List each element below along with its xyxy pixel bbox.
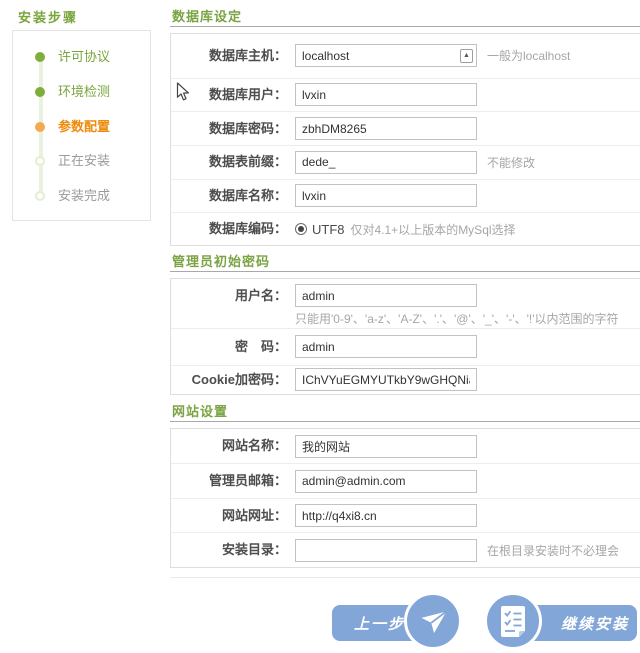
section-underline xyxy=(170,421,640,422)
admin-password-input[interactable] xyxy=(295,335,477,358)
section-title-database: 数据库设定 xyxy=(172,6,242,25)
field-label: 用户名： xyxy=(171,284,287,308)
table-prefix-input[interactable] xyxy=(295,151,477,174)
footer-divider xyxy=(170,577,640,578)
sidebar-item-finish: 安装完成 xyxy=(58,187,110,205)
sidebar-item-installing: 正在安装 xyxy=(58,152,110,170)
form-row-site-name: 网站名称： xyxy=(171,429,640,463)
paper-plane-icon[interactable] xyxy=(404,592,462,650)
field-label: 数据库密码： xyxy=(171,117,287,141)
form-row-db-name: 数据库名称： xyxy=(171,179,640,213)
prev-step-label: 上一步 xyxy=(354,613,405,634)
form-row-install-dir: 安装目录： 在根目录安装时不必理会 xyxy=(171,532,640,567)
field-label: 数据库编码： xyxy=(171,217,287,241)
admin-email-input[interactable] xyxy=(295,470,477,493)
field-label: Cookie加密码： xyxy=(171,368,287,392)
field-label: 安装目录： xyxy=(171,538,287,562)
radio-label: UTF8 xyxy=(312,222,345,237)
admin-username-input[interactable] xyxy=(295,284,477,307)
form-row-table-prefix: 数据表前缀： 不能修改 xyxy=(171,145,640,179)
form-row-admin-email: 管理员邮箱： xyxy=(171,463,640,498)
form-row-password: 密 码： xyxy=(171,328,640,364)
sidebar-item-env: 环境检测 xyxy=(58,83,110,101)
section-underline xyxy=(170,271,640,272)
sidebar-item-license: 许可协议 xyxy=(58,48,110,66)
field-label: 数据库名称： xyxy=(171,184,287,208)
field-hint: 不能修改 xyxy=(487,154,535,171)
form-row-db-password: 数据库密码： xyxy=(171,111,640,145)
field-hint: 只能用'0-9'、'a-z'、'A-Z'、'.'、'@'、'_'、'-'、'!'… xyxy=(295,310,619,327)
checklist-icon[interactable] xyxy=(484,592,542,650)
section-title-site: 网站设置 xyxy=(172,401,228,420)
field-label: 网站名称： xyxy=(171,434,287,458)
db-user-input[interactable] xyxy=(295,83,477,106)
utf8-radio[interactable] xyxy=(295,223,307,235)
admin-password-box: 用户名： 只能用'0-9'、'a-z'、'A-Z'、'.'、'@'、'_'、'-… xyxy=(170,278,640,395)
site-url-input[interactable] xyxy=(295,504,477,527)
step-dot-env xyxy=(35,87,45,97)
form-row-cookie-secret: Cookie加密码： xyxy=(171,365,640,394)
sidebar-title: 安装步骤 xyxy=(18,7,78,26)
form-row-db-charset: 数据库编码： UTF8 仅对4.1+以上版本的MySql选择 xyxy=(171,212,640,245)
field-label: 数据库主机： xyxy=(171,44,287,68)
form-row-db-host: 数据库主机： ▲ 一般为localhost xyxy=(171,34,640,78)
autofill-dropdown-icon[interactable]: ▲ xyxy=(460,49,473,63)
db-name-input[interactable] xyxy=(295,184,477,207)
sidebar-item-config: 参数配置 xyxy=(58,118,110,136)
install-dir-input[interactable] xyxy=(295,539,477,562)
step-dot-license xyxy=(35,52,45,62)
install-wizard-page: 安装步骤 许可协议 环境检测 参数配置 正在安装 安装完成 数据库设定 数据库主… xyxy=(0,0,640,653)
form-row-username: 用户名： 只能用'0-9'、'a-z'、'A-Z'、'.'、'@'、'_'、'-… xyxy=(171,279,640,328)
field-hint: 仅对4.1+以上版本的MySql选择 xyxy=(351,221,516,238)
site-name-input[interactable] xyxy=(295,435,477,458)
form-row-db-user: 数据库用户： xyxy=(171,78,640,112)
step-dot-config xyxy=(35,122,45,132)
section-title-admin: 管理员初始密码 xyxy=(172,251,270,270)
step-dot-installing xyxy=(35,156,45,166)
field-hint: 一般为localhost xyxy=(487,47,570,64)
field-hint: 在根目录安装时不必理会 xyxy=(487,542,619,559)
database-settings-box: 数据库主机： ▲ 一般为localhost 数据库用户： 数据库密码： 数据表前… xyxy=(170,33,640,246)
field-label: 管理员邮箱： xyxy=(171,469,287,493)
step-dot-finish xyxy=(35,191,45,201)
mouse-cursor-icon xyxy=(176,82,190,107)
db-password-input[interactable] xyxy=(295,117,477,140)
form-row-site-url: 网站网址： xyxy=(171,498,640,533)
field-label: 网站网址： xyxy=(171,504,287,528)
field-label: 数据表前缀： xyxy=(171,150,287,174)
db-host-input[interactable] xyxy=(295,44,477,67)
site-settings-box: 网站名称： 管理员邮箱： 网站网址： 安装目录： 在根目录安装时不必理会 xyxy=(170,428,640,568)
continue-install-label: 继续安装 xyxy=(561,613,629,634)
field-label: 密 码： xyxy=(171,335,287,359)
cookie-secret-input[interactable] xyxy=(295,368,477,391)
section-underline xyxy=(170,26,640,27)
